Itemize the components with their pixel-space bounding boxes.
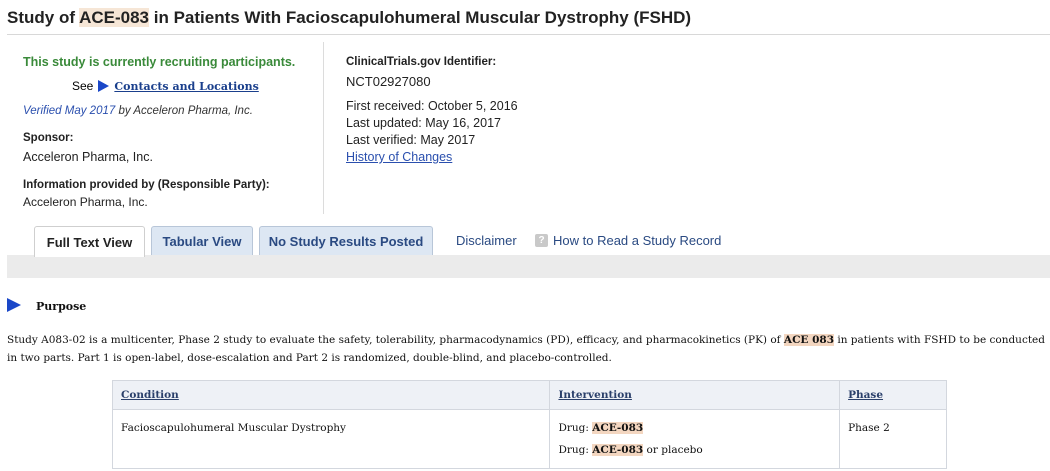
verified-line: Verified May 2017 by Acceleron Pharma, I… <box>23 105 253 117</box>
title-after: in Patients With Facioscapulohumeral Mus… <box>149 8 692 27</box>
intervention-header[interactable]: Intervention <box>549 380 841 410</box>
drug-prefix: Drug: <box>558 422 593 434</box>
purpose-text-before: Study A083-02 is a multicenter, Phase 2 … <box>7 334 784 346</box>
help-icon: ? <box>535 234 548 247</box>
purpose-highlight: ACE 083 <box>783 334 835 346</box>
info-provided-label: Information provided by (Responsible Par… <box>23 179 270 191</box>
phase-cell: Phase 2 <box>839 409 947 469</box>
intervention-line: Drug: ACE-083 <box>558 417 831 439</box>
sponsor-label: Sponsor: <box>23 132 74 144</box>
info-provided-value: Acceleron Pharma, Inc. <box>23 195 148 209</box>
phase-header[interactable]: Phase <box>839 380 947 410</box>
title-highlight: ACE-083 <box>79 8 150 27</box>
sponsor-value: Acceleron Pharma, Inc. <box>23 150 153 164</box>
last-verified: Last verified: May 2017 <box>346 133 476 147</box>
identifier-label: ClinicalTrials.gov Identifier: <box>346 56 497 68</box>
tab-tabular-view[interactable]: Tabular View <box>151 226 253 255</box>
title-divider <box>7 34 1050 35</box>
disclaimer-link[interactable]: Disclaimer <box>456 226 517 255</box>
verified-by: by Acceleron Pharma, Inc. <box>115 105 253 117</box>
first-received: First received: October 5, 2016 <box>346 99 518 113</box>
how-to-read-link[interactable]: ? How to Read a Study Record <box>535 226 721 255</box>
conditions-table: Condition Intervention Phase Facioscapul… <box>111 380 947 469</box>
tab-no-study-results[interactable]: No Study Results Posted <box>259 226 433 255</box>
identifier-value: NCT02927080 <box>346 74 431 89</box>
contacts-locations-link[interactable]: Contacts and Locations <box>114 80 258 93</box>
condition-cell: Facioscapulohumeral Muscular Dystrophy <box>111 409 551 469</box>
history-of-changes-link[interactable]: History of Changes <box>346 150 452 164</box>
purpose-description: Study A083-02 is a multicenter, Phase 2 … <box>7 331 1050 367</box>
see-contacts-line: See Contacts and Locations <box>72 79 259 93</box>
page-title: Study of ACE-083 in Patients With Facios… <box>7 8 691 28</box>
expand-triangle-icon[interactable] <box>98 80 110 92</box>
title-before: Study of <box>7 8 80 27</box>
table-row: Facioscapulohumeral Muscular Dystrophy D… <box>111 409 947 469</box>
drug-suffix: or placebo <box>643 444 703 456</box>
intervention-line: Drug: ACE-083 or placebo <box>558 439 831 461</box>
how-to-read-label: How to Read a Study Record <box>553 233 722 248</box>
view-tabs: Full Text View Tabular View No Study Res… <box>0 226 1050 257</box>
table-header-row: Condition Intervention Phase <box>111 380 947 410</box>
study-identifier-panel: ClinicalTrials.gov Identifier: NCT029270… <box>346 42 646 182</box>
study-status-panel: This study is currently recruiting parti… <box>13 42 324 214</box>
drug-name: ACE-083 <box>592 422 644 434</box>
drug-prefix: Drug: <box>558 444 593 456</box>
purpose-heading: Purpose <box>36 300 87 313</box>
tab-full-text-view[interactable]: Full Text View <box>34 226 145 257</box>
recruiting-status: This study is currently recruiting parti… <box>23 55 296 69</box>
condition-header[interactable]: Condition <box>111 380 551 410</box>
intervention-cell: Drug: ACE-083 Drug: ACE-083 or placebo <box>549 409 841 469</box>
section-arrow-icon <box>7 298 21 312</box>
verified-date: Verified May 2017 <box>23 105 116 117</box>
tab-content-band <box>7 255 1050 278</box>
drug-name: ACE-083 <box>592 444 644 456</box>
see-label: See <box>72 79 94 93</box>
last-updated: Last updated: May 16, 2017 <box>346 116 501 130</box>
